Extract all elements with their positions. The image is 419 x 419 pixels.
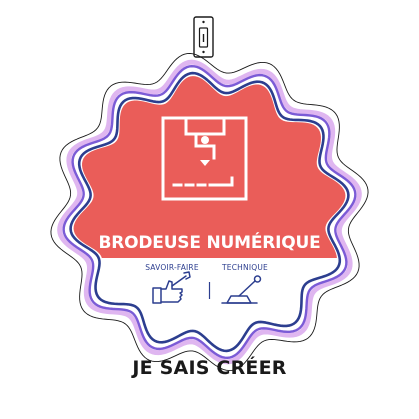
- lightswitch-hanger-icon: [193, 16, 214, 58]
- badge-title: BRODEUSE NUMÉRIQUE: [98, 231, 320, 253]
- category-right-label: TECHNIQUE: [221, 263, 268, 272]
- category-left-label: SAVOIR-FAIRE: [145, 263, 199, 272]
- badge-stage: BRODEUSE NUMÉRIQUE SAVOIR-FAIRE TECHNIQU…: [0, 0, 419, 419]
- lever-icon: [221, 275, 262, 304]
- badge-caption: JE SAIS CRÉER: [132, 357, 287, 379]
- hand-wrench-icon: [152, 271, 191, 304]
